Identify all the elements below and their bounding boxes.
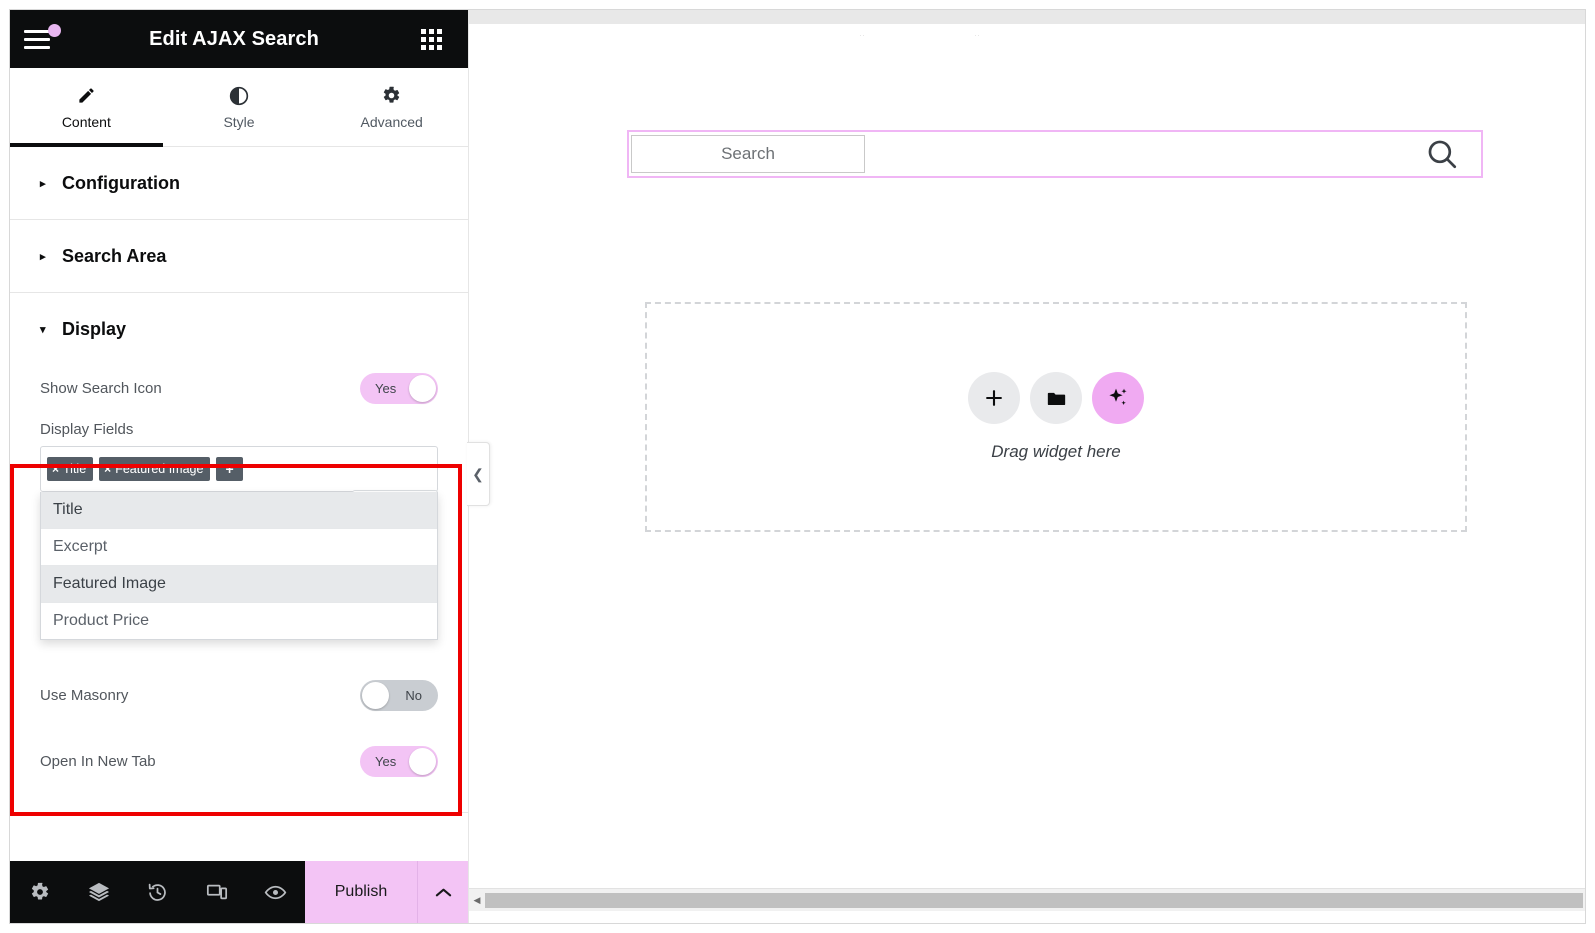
chevron-left-icon: ❮: [472, 465, 484, 482]
chevron-down-icon: ▾: [40, 323, 46, 336]
apps-grid-icon[interactable]: [408, 28, 454, 50]
dropzone-buttons: [968, 372, 1144, 424]
canvas-bottom-padding: [469, 911, 1585, 923]
page-title: Edit AJAX Search: [149, 27, 319, 50]
canvas-horizontal-scrollbar[interactable]: ◀: [469, 888, 1585, 911]
section-configuration: ▸ Configuration: [10, 147, 468, 220]
history-clock-icon[interactable]: [128, 882, 187, 903]
search-input[interactable]: Search: [631, 135, 865, 173]
section-display-header[interactable]: ▾ Display: [10, 293, 468, 365]
tab-style-label: Style: [223, 113, 255, 130]
section-search-area-label: Search Area: [62, 245, 167, 266]
row-open-in-new-tab: Open In New Tab Yes: [40, 738, 438, 784]
toggle-knob: [362, 681, 389, 709]
ajax-search-widget[interactable]: Search: [627, 130, 1483, 178]
chip-title[interactable]: × Title: [47, 456, 94, 482]
publish-button[interactable]: Publish: [305, 861, 418, 923]
row-use-masonry: Use Masonry No: [40, 672, 438, 718]
preview-eye-icon[interactable]: [246, 881, 305, 904]
dropdown-option-featured-image[interactable]: Featured Image: [41, 566, 437, 603]
use-masonry-label: Use Masonry: [40, 686, 129, 704]
show-search-icon-toggle[interactable]: Yes: [360, 372, 438, 404]
display-fields-dropdown: Title Excerpt Featured Image Product Pri…: [40, 492, 438, 640]
canvas-marker: ··: [974, 30, 980, 40]
tab-advanced-label: Advanced: [360, 113, 423, 130]
tab-content[interactable]: Content: [10, 68, 163, 147]
dropdown-option-product-price[interactable]: Product Price: [41, 603, 437, 639]
notification-dot-icon: [48, 23, 61, 37]
section-configuration-header[interactable]: ▸ Configuration: [10, 147, 468, 219]
chip-remove-icon[interactable]: ×: [104, 463, 111, 475]
section-search-area-header[interactable]: ▸ Search Area: [10, 220, 468, 292]
dropdown-option-title[interactable]: Title: [41, 492, 437, 529]
section-search-area: ▸ Search Area: [10, 220, 468, 293]
canvas-preview: ·· ·· Search Drag widget here: [469, 24, 1585, 888]
panel-footer: Publish: [10, 861, 468, 923]
panel-tabs: Content Style Advanced: [10, 68, 468, 147]
contrast-icon: [229, 85, 249, 107]
chip-featured-image[interactable]: × Featured Image: [99, 456, 211, 482]
hamburger-menu-icon[interactable]: [24, 23, 70, 49]
row-show-search-icon: Show Search Icon Yes: [40, 365, 438, 411]
section-display-label: Display: [62, 318, 127, 339]
pencil-icon: [77, 85, 96, 107]
canvas-marker: ··: [859, 30, 865, 40]
plus-icon[interactable]: [968, 372, 1020, 424]
display-fields-control[interactable]: × Title × Featured Image +: [40, 446, 438, 492]
folder-icon[interactable]: [1030, 372, 1082, 424]
layers-navigator-icon[interactable]: [69, 881, 128, 903]
elementor-editor-window: Edit AJAX Search Content Style Advanced …: [10, 10, 1585, 923]
chip-remove-icon[interactable]: ×: [52, 463, 59, 475]
settings-gear-icon[interactable]: [10, 882, 69, 902]
section-display: ▾ Display Show Search Icon Yes Display F…: [10, 293, 468, 813]
scroll-left-arrow-icon[interactable]: ◀: [469, 889, 485, 911]
gear-icon: [382, 85, 401, 107]
tab-content-label: Content: [61, 113, 111, 130]
dropzone-label: Drag widget here: [991, 442, 1121, 461]
publish-options-chevron-up-icon[interactable]: [418, 861, 468, 923]
panel-body: ▸ Configuration ▸ Search Area ▾ Display: [10, 147, 468, 861]
scrollbar-thumb[interactable]: [485, 892, 1583, 908]
responsive-devices-icon[interactable]: [187, 881, 246, 903]
panel-header: Edit AJAX Search: [10, 10, 468, 68]
use-masonry-toggle[interactable]: No: [360, 679, 438, 711]
open-in-new-tab-toggle-value: Yes: [375, 753, 397, 769]
show-search-icon-toggle-value: Yes: [375, 380, 397, 396]
section-configuration-label: Configuration: [62, 172, 180, 193]
tab-style[interactable]: Style: [163, 68, 316, 146]
editor-panel: Edit AJAX Search Content Style Advanced …: [10, 10, 490, 923]
magnifier-icon[interactable]: [1425, 137, 1459, 171]
toggle-knob: [409, 747, 436, 775]
canvas-top-bar: [469, 10, 1585, 24]
display-fields-label: Display Fields: [40, 421, 134, 438]
ai-sparkle-icon[interactable]: [1092, 372, 1144, 424]
tab-advanced[interactable]: Advanced: [315, 68, 468, 146]
widget-dropzone[interactable]: Drag widget here: [645, 302, 1467, 532]
chip-title-label: Title: [63, 461, 87, 476]
editor-canvas-area: ·· ·· Search Drag widget here ◀: [469, 10, 1585, 923]
toggle-knob: [409, 374, 436, 402]
section-display-body: Show Search Icon Yes Display Fields × Ti: [10, 365, 468, 812]
use-masonry-toggle-value: No: [405, 687, 422, 703]
footer-icon-group: [10, 861, 305, 923]
chip-featured-image-label: Featured Image: [115, 461, 204, 476]
open-in-new-tab-label: Open In New Tab: [40, 752, 156, 770]
show-search-icon-label: Show Search Icon: [40, 379, 162, 397]
panel-collapse-handle[interactable]: ❮: [467, 442, 490, 506]
search-input-placeholder: Search: [721, 144, 775, 163]
add-field-button[interactable]: +: [216, 457, 243, 481]
display-fields-multiselect: × Title × Featured Image + Title Excerpt…: [40, 446, 438, 640]
chevron-right-icon: ▸: [40, 177, 46, 190]
dropdown-option-excerpt[interactable]: Excerpt: [41, 529, 437, 566]
chevron-right-icon: ▸: [40, 250, 46, 263]
open-in-new-tab-toggle[interactable]: Yes: [360, 745, 438, 777]
